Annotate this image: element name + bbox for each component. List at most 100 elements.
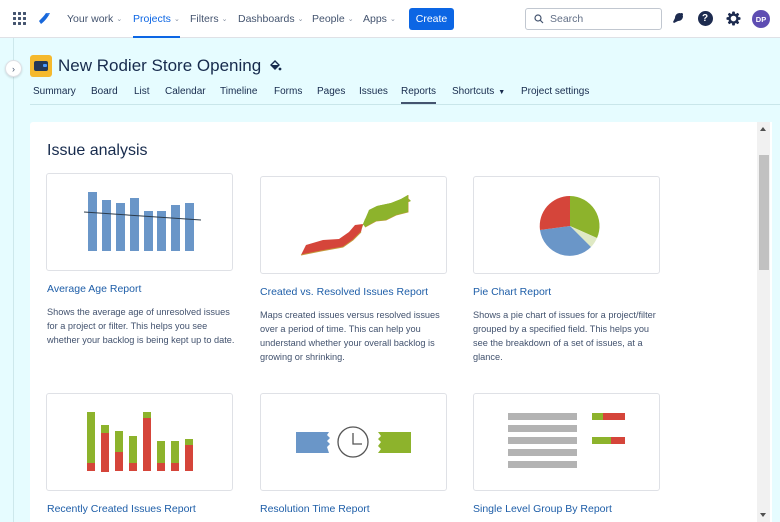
scroll-down-arrow-icon[interactable] [760, 513, 766, 517]
bar [185, 203, 194, 251]
help-button[interactable]: ? [697, 10, 713, 26]
resolved-fill [363, 195, 408, 227]
jira-logo-icon[interactable] [38, 12, 51, 25]
tab-pages[interactable]: Pages [317, 82, 345, 104]
nav-apps[interactable]: Apps ⌄ [363, 0, 396, 38]
stacked-bar-illustration [87, 412, 193, 472]
scrollbar-thumb[interactable] [759, 155, 769, 270]
report-description: Shows the average age of unresolved issu… [47, 307, 235, 345]
trend-line [83, 211, 202, 221]
notifications-button[interactable] [670, 10, 686, 26]
search-box[interactable] [525, 8, 662, 30]
nav-dashboards[interactable]: Dashboards ⌄ [238, 0, 304, 38]
tab-timeline[interactable]: Timeline [220, 82, 257, 104]
report-link-single-level-group-by[interactable]: Single Level Group By Report [473, 503, 612, 515]
list-line [508, 461, 577, 468]
top-navigation: Your work ⌄ Projects ⌄ Filters ⌄ Dashboards… [0, 0, 780, 38]
resolution-time-illustration [296, 426, 411, 458]
bar [88, 192, 97, 251]
bar-chart-illustration [83, 192, 202, 251]
list-line [508, 437, 577, 444]
scroll-up-arrow-icon[interactable] [760, 127, 766, 131]
nav-label: People [312, 13, 345, 25]
report-description: Maps created issues versus resolved issu… [260, 310, 440, 362]
bar [116, 203, 125, 251]
help-icon: ? [697, 10, 713, 26]
nav-filters[interactable]: Filters ⌄ [190, 0, 227, 38]
group-bar [592, 413, 625, 420]
created-vs-resolved-thumbnail[interactable] [260, 176, 447, 274]
nav-your-work[interactable]: Your work ⌄ [67, 0, 122, 38]
paint-bucket-icon[interactable] [268, 59, 282, 73]
reports-panel: Issue analysis Average Age Report Shows … [30, 122, 772, 522]
report-link-average-age[interactable]: Average Age Report [47, 283, 141, 295]
nav-people[interactable]: People ⌄ [312, 0, 354, 38]
tab-label: Pages [317, 86, 346, 97]
report-link-created-vs-resolved[interactable]: Created vs. Resolved Issues Report [260, 286, 428, 298]
tab-issues[interactable]: Issues [359, 82, 388, 104]
chevron-down-icon: ⌄ [173, 16, 180, 23]
group-list-illustration [508, 413, 625, 468]
project-avatar [30, 55, 52, 77]
tab-calendar[interactable]: Calendar [165, 82, 206, 104]
stacked-bar [129, 436, 137, 471]
stacked-bar [87, 412, 95, 471]
sidebar-rail [0, 38, 14, 522]
nav-label: Dashboards [238, 13, 295, 25]
tab-project-settings[interactable]: Project settings [521, 82, 589, 104]
tabs-divider [30, 104, 780, 105]
bar [102, 200, 111, 251]
report-link-recently-created[interactable]: Recently Created Issues Report [47, 503, 196, 515]
tab-label: Summary [33, 86, 76, 97]
vertical-scrollbar[interactable] [757, 122, 770, 522]
single-level-group-thumbnail[interactable] [473, 393, 660, 491]
tab-label: Board [91, 86, 118, 97]
area-chart-illustration [300, 195, 411, 256]
bar [130, 198, 139, 251]
tab-reports[interactable]: Reports [401, 82, 437, 104]
tab-board[interactable]: Board [91, 82, 118, 104]
report-link-pie-chart[interactable]: Pie Chart Report [473, 286, 551, 298]
chevron-down-icon: ⌄ [389, 16, 396, 23]
nav-label: Projects [133, 13, 171, 25]
create-button[interactable]: Create [409, 8, 454, 30]
settings-button[interactable] [725, 10, 741, 26]
report-link-resolution-time[interactable]: Resolution Time Report [260, 503, 370, 515]
tab-label: Shortcuts [452, 86, 495, 97]
tab-label: Reports [401, 86, 437, 97]
nav-label: Filters [190, 13, 219, 25]
start-ticket [296, 432, 330, 453]
expand-sidebar-button[interactable]: › [5, 60, 22, 77]
app-switcher-icon[interactable] [13, 12, 26, 25]
tab-list[interactable]: List [134, 82, 150, 104]
chevron-down-icon: ⌄ [347, 16, 354, 23]
pie-chart-thumbnail[interactable] [473, 176, 660, 274]
chevron-down-icon: ⌄ [116, 16, 123, 23]
nav-label: Your work [67, 13, 114, 25]
settings-icon [725, 10, 741, 26]
stacked-bar [143, 412, 151, 471]
pie-chart-illustration [539, 195, 600, 256]
chevron-down-icon: ▼ [498, 89, 506, 96]
stacked-bar [185, 439, 193, 471]
tab-summary[interactable]: Summary [33, 82, 76, 104]
notifications-icon [673, 13, 683, 23]
user-avatar[interactable]: DP [752, 10, 770, 28]
search-input[interactable] [550, 13, 650, 25]
project-title: New Rodier Store Opening [58, 56, 262, 75]
search-icon [534, 14, 544, 24]
tab-shortcuts[interactable]: Shortcuts ▼ [452, 82, 505, 104]
stacked-bar [157, 441, 165, 471]
end-ticket [378, 432, 411, 453]
tab-label: List [134, 86, 150, 97]
tab-label: Issues [359, 86, 388, 97]
nav-projects[interactable]: Projects ⌄ [133, 0, 180, 38]
section-title: Issue analysis [47, 142, 148, 159]
resolution-time-thumbnail[interactable] [260, 393, 447, 491]
recently-created-thumbnail[interactable] [46, 393, 233, 491]
group-bar [592, 437, 625, 444]
list-line [508, 449, 577, 456]
tab-label: Timeline [220, 86, 258, 97]
tab-forms[interactable]: Forms [274, 82, 302, 104]
average-age-thumbnail[interactable] [46, 173, 233, 271]
